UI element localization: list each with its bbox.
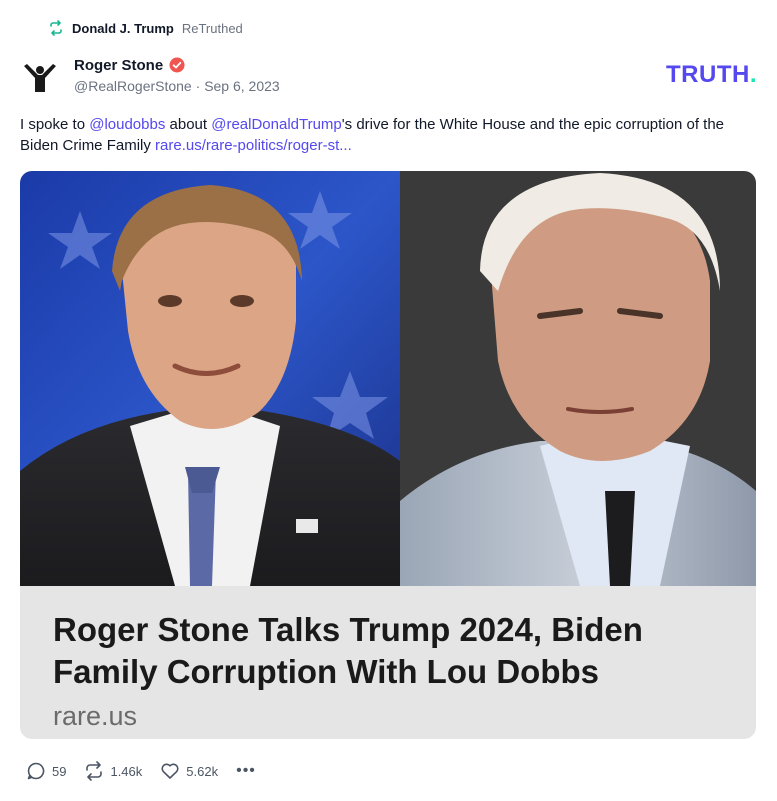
link-preview-headline[interactable]: Roger Stone Talks Trump 2024, Biden Fami… (53, 609, 743, 693)
author-handle[interactable]: @RealRogerStone (74, 78, 192, 94)
truth-social-logo: TRUTH. (666, 62, 757, 88)
retruth-action-label: ReTruthed (181, 20, 243, 36)
post-actions: 59 1.46k 5.62k ••• (26, 760, 256, 782)
logo-dot: . (749, 61, 757, 88)
retruth-count: 1.46k (110, 763, 143, 779)
heart-icon (160, 761, 180, 781)
retruth-button[interactable]: 1.46k (84, 761, 142, 781)
retruth-header: Donald J. Trump ReTruthed (48, 18, 243, 38)
retruth-icon (48, 20, 64, 36)
reply-button[interactable]: 59 (26, 761, 66, 781)
mention-realdonaldtrump[interactable]: @realDonaldTrump (211, 116, 342, 133)
post-author: Roger Stone @RealRogerStone · Sep 6, 202… (74, 54, 280, 95)
post-body: I spoke to @loudobbs about @realDonaldTr… (20, 114, 755, 156)
post-text-segment: about (165, 116, 212, 133)
link-preview-card[interactable]: Roger Stone Talks Trump 2024, Biden Fami… (20, 171, 756, 739)
link-preview-image (20, 171, 756, 586)
retruth-user-name[interactable]: Donald J. Trump (72, 21, 174, 36)
post-link[interactable]: rare.us/rare-politics/roger-st... (155, 137, 352, 154)
verified-badge-icon (169, 57, 185, 73)
like-count: 5.62k (186, 763, 219, 779)
more-options-button[interactable]: ••• (236, 762, 256, 780)
retruth-icon (84, 761, 104, 781)
post-date[interactable]: Sep 6, 2023 (204, 78, 280, 94)
link-preview-domain: rare.us (53, 701, 138, 731)
post-text-segment: I spoke to (20, 116, 90, 133)
reply-count: 59 (52, 763, 67, 779)
author-meta: @RealRogerStone · Sep 6, 2023 (74, 78, 280, 94)
reply-icon (26, 761, 46, 781)
author-name[interactable]: Roger Stone (74, 57, 163, 74)
meta-separator: · (195, 78, 201, 94)
logo-text: TRUTH (666, 61, 750, 88)
mention-loudobbs[interactable]: @loudobbs (89, 116, 165, 133)
avatar[interactable] (20, 58, 60, 98)
like-button[interactable]: 5.62k (160, 761, 218, 781)
